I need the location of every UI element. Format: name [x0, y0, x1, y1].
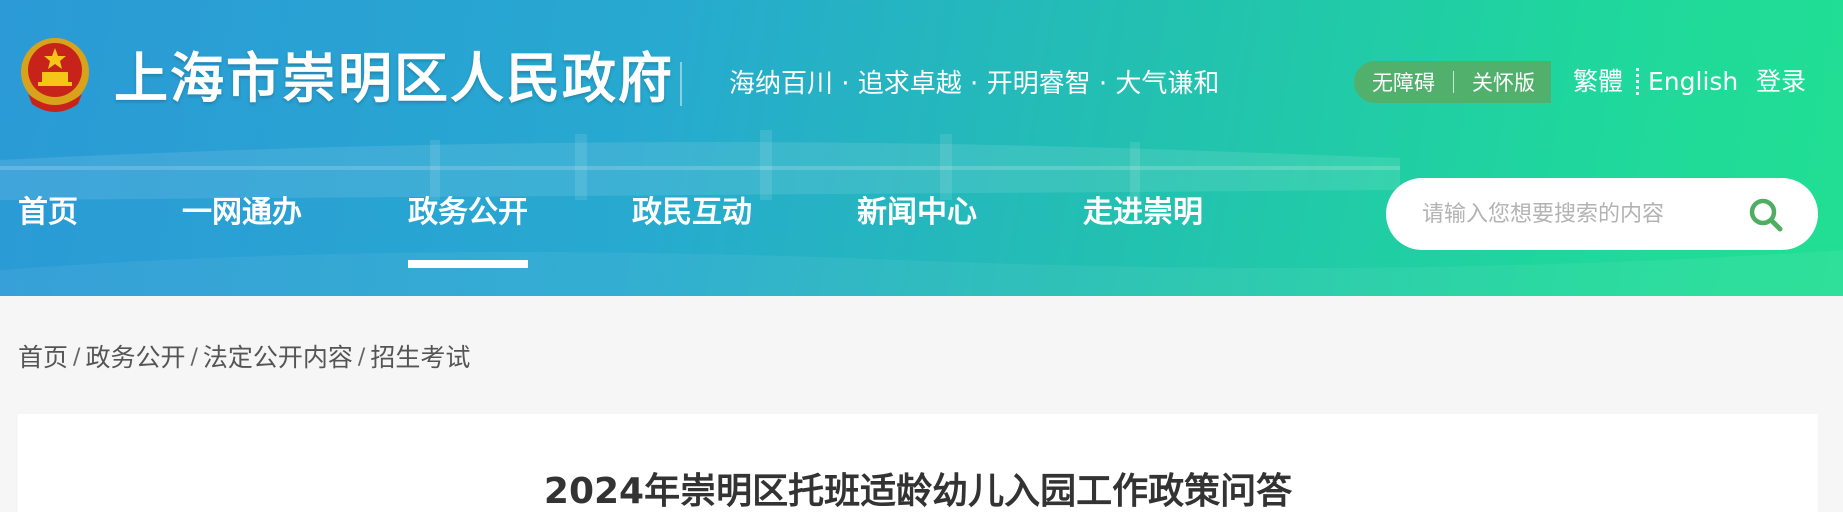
- site-title[interactable]: 上海市崇明区人民政府: [114, 44, 674, 114]
- nav-item-government-affairs[interactable]: 政务公开: [408, 190, 528, 236]
- nav-item-public-interaction[interactable]: 政民互动: [632, 190, 752, 236]
- pill-divider: [1453, 71, 1454, 93]
- nav-item-about-chongming[interactable]: 走进崇明: [1083, 190, 1203, 236]
- article-card: 2024年崇明区托班适龄幼儿入园工作政策问答: [18, 414, 1818, 512]
- language-divider: [1636, 68, 1639, 96]
- breadcrumb-item-government-affairs[interactable]: 政务公开: [85, 339, 185, 377]
- breadcrumb-separator: /: [357, 345, 366, 370]
- national-emblem-icon: [21, 38, 89, 112]
- article-title: 2024年崇明区托班适龄幼儿入园工作政策问答: [543, 471, 1293, 512]
- english-link[interactable]: English: [1648, 64, 1738, 100]
- accessibility-pill: 无障碍 关怀版: [1354, 61, 1551, 103]
- nav-item-one-network-service[interactable]: 一网通办: [182, 190, 302, 236]
- title-divider: [680, 62, 682, 106]
- care-mode-link[interactable]: 关怀版: [1472, 67, 1535, 97]
- breadcrumb-item-statutory-disclosure[interactable]: 法定公开内容: [203, 339, 353, 377]
- login-link[interactable]: 登录: [1756, 64, 1806, 100]
- breadcrumb: 首页 / 政务公开 / 法定公开内容 / 招生考试: [18, 339, 470, 377]
- nav-item-news-center[interactable]: 新闻中心: [857, 190, 977, 236]
- nav-active-indicator: [408, 260, 528, 268]
- nav-item-home[interactable]: 首页: [18, 190, 78, 236]
- site-header: 上海市崇明区人民政府 海纳百川 · 追求卓越 · 开明睿智 · 大气谦和 无障碍…: [0, 0, 1843, 296]
- search-box: [1386, 178, 1818, 250]
- traditional-chinese-link[interactable]: 繁體: [1573, 64, 1623, 100]
- breadcrumb-item-enrollment-exams[interactable]: 招生考试: [370, 339, 470, 377]
- search-input[interactable]: [1422, 201, 1722, 227]
- breadcrumb-item-home[interactable]: 首页: [18, 339, 68, 377]
- search-icon[interactable]: [1746, 195, 1786, 235]
- accessibility-link[interactable]: 无障碍: [1372, 67, 1435, 97]
- site-slogan: 海纳百川 · 追求卓越 · 开明睿智 · 大气谦和: [729, 69, 1220, 99]
- breadcrumb-separator: /: [190, 345, 198, 370]
- breadcrumb-separator: /: [73, 345, 81, 370]
